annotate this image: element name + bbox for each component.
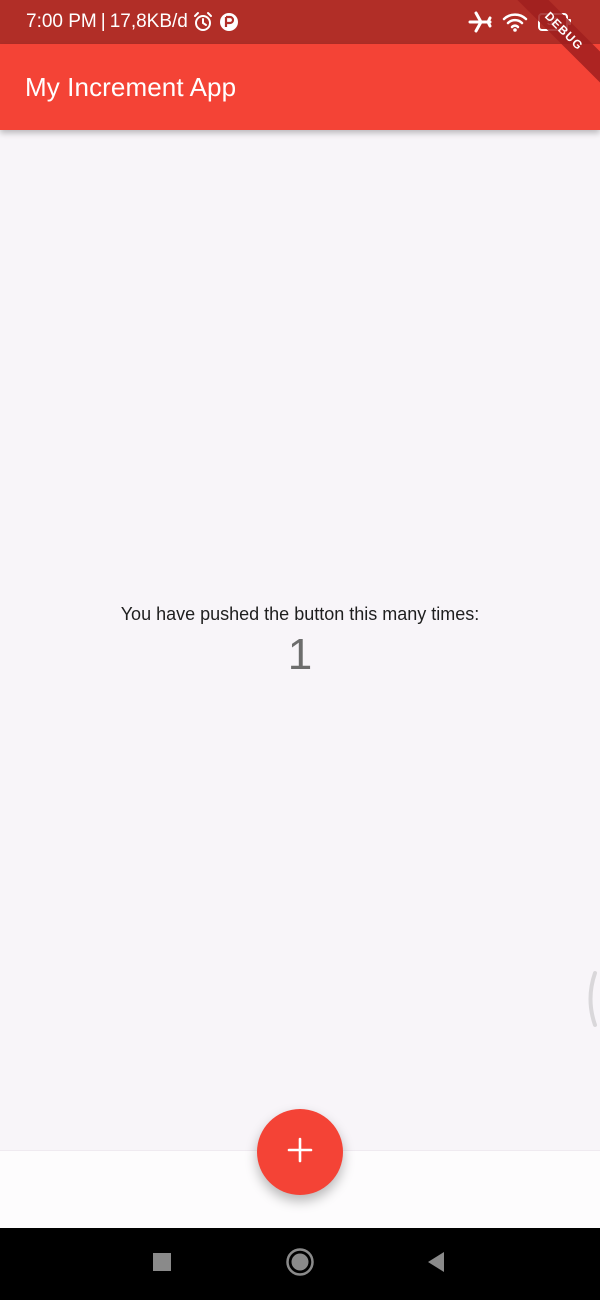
- add-icon: [287, 1137, 313, 1168]
- status-right: 51: [468, 10, 572, 34]
- network-speed: 17,8KB/d: [109, 11, 188, 32]
- app-bar: My Increment App: [0, 44, 600, 130]
- back-button[interactable]: [406, 1228, 466, 1300]
- status-separator: |: [100, 11, 106, 32]
- recents-button[interactable]: [132, 1228, 192, 1300]
- status-bar: 7:00 PM | 17,8KB/d 51: [0, 0, 600, 44]
- counter-caption: You have pushed the button this many tim…: [120, 604, 480, 624]
- recents-icon: [152, 1252, 172, 1277]
- battery-icon: 51: [538, 12, 572, 32]
- app-notification-icon: [218, 11, 240, 33]
- status-left: 7:00 PM | 17,8KB/d: [26, 11, 240, 33]
- wifi-icon: [502, 11, 528, 33]
- airplane-mode-icon: [468, 10, 492, 34]
- home-button[interactable]: [270, 1228, 330, 1300]
- main-content: You have pushed the button this many tim…: [0, 130, 600, 1150]
- app-screen: 7:00 PM | 17,8KB/d 51 DEBUG My Increment…: [0, 0, 600, 1300]
- counter-block: You have pushed the button this many tim…: [0, 600, 600, 680]
- home-icon: [285, 1247, 315, 1282]
- battery-level: 51: [546, 16, 560, 28]
- back-icon: [426, 1251, 446, 1278]
- edge-swipe-handle[interactable]: [584, 970, 598, 1028]
- status-time: 7:00 PM: [26, 11, 97, 32]
- alarm-icon: [192, 11, 214, 33]
- increment-button[interactable]: [257, 1109, 343, 1195]
- counter-value: 1: [287, 630, 313, 679]
- app-title: My Increment App: [25, 71, 237, 102]
- system-nav-bar: [0, 1228, 600, 1300]
